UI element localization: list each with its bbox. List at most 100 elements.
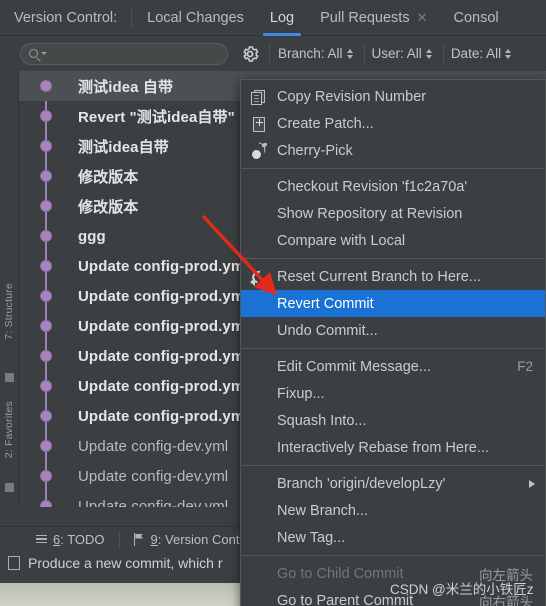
filter-user[interactable]: User: All (372, 46, 432, 61)
search-input[interactable] (20, 42, 228, 65)
tab-label: Local Changes (147, 9, 244, 26)
menu-item[interactable]: Fixup... (241, 380, 545, 407)
log-toolbar: Branch: All User: All Date: All (0, 36, 546, 71)
commit-message: Update config-prod.yml (78, 407, 249, 425)
menu-item-label: Compare with Local (277, 232, 406, 249)
status-bar-version-control[interactable]: 9: Version Cont (120, 527, 254, 552)
commit-message: ggg (78, 227, 106, 245)
left-tool-strip: 7: Structure 2: Favorites (0, 71, 19, 507)
commit-node-icon (40, 500, 52, 507)
commit-node-icon (40, 80, 52, 92)
updown-icon (346, 48, 353, 59)
commit-node-icon (40, 170, 52, 182)
commit-message: 修改版本 (78, 198, 139, 216)
gear-icon[interactable] (241, 45, 259, 63)
commit-node-icon (40, 230, 52, 242)
menu-item[interactable]: Revert Commit (241, 290, 545, 317)
close-icon[interactable]: ✕ (417, 11, 428, 24)
commit-message: 测试idea 自带 (78, 78, 174, 96)
menu-item[interactable]: New Tag... (241, 524, 545, 551)
commit-message: Update config-prod.yml (78, 377, 249, 395)
menu-separator (242, 555, 544, 556)
menu-item-label: Show Repository at Revision (277, 205, 463, 222)
status-number: 9 (150, 531, 158, 547)
commit-node-icon (40, 410, 52, 422)
menu-item-label: Reset Current Branch to Here... (277, 268, 481, 285)
sidebar-item-structure[interactable]: 7: Structure (3, 283, 15, 340)
updown-icon (505, 48, 512, 59)
commit-message: Revert "测试idea自带" (78, 108, 235, 126)
menu-item-label: Undo Commit... (277, 322, 378, 339)
screenshot-root: Version Control: Local Changes Log Pull … (0, 0, 546, 606)
copy-icon (249, 88, 271, 106)
filter-label: User: All (371, 46, 422, 61)
menu-item[interactable]: Compare with Local (241, 227, 545, 254)
commit-node-icon (40, 200, 52, 212)
commit-message: Update config-dev.yml (78, 437, 229, 455)
status-bar-todo[interactable]: 6: TODO (22, 527, 119, 552)
commit-node-icon (40, 350, 52, 362)
updown-icon (425, 48, 432, 59)
structure-icon (5, 373, 14, 382)
reset-icon (249, 267, 271, 286)
status-label: : Version Cont (157, 531, 240, 547)
filter-date[interactable]: Date: All (450, 46, 512, 61)
menu-item[interactable]: Squash Into... (241, 407, 545, 434)
menu-separator (242, 168, 544, 169)
tabbar-divider (131, 6, 133, 29)
commit-node-icon (40, 140, 52, 152)
commit-message: Update config-dev.yml (78, 467, 229, 485)
chevron-right-icon (529, 479, 535, 488)
menu-item-label: New Branch... (277, 502, 369, 519)
menu-item[interactable]: Copy Revision Number (241, 83, 545, 110)
menu-item[interactable]: Cherry-Pick (241, 137, 545, 164)
commit-icon (8, 555, 20, 570)
menu-item[interactable]: Checkout Revision 'f1c2a70a' (241, 173, 545, 200)
tab-local-changes[interactable]: Local Changes (134, 0, 257, 36)
menu-separator (242, 465, 544, 466)
hint-text: Produce a new commit, which r (28, 554, 223, 571)
patch-icon (249, 115, 271, 133)
menu-item[interactable]: Show Repository at Revision (241, 200, 545, 227)
commit-message: Update config-prod.yml (78, 317, 249, 335)
commit-message: Update config-prod.yml (78, 257, 249, 275)
menu-item[interactable]: Create Patch... (241, 110, 545, 137)
commit-node-icon (40, 440, 52, 452)
tab-console[interactable]: Consol (441, 0, 512, 36)
chevron-down-icon[interactable] (41, 52, 47, 55)
commit-message: 测试idea自带 (78, 138, 169, 156)
menu-item[interactable]: Reset Current Branch to Here... (241, 263, 545, 290)
menu-item[interactable]: Interactively Rebase from Here... (241, 434, 545, 461)
branch-icon (133, 532, 145, 546)
menu-item[interactable]: New Branch... (241, 497, 545, 524)
menu-item[interactable]: Edit Commit Message... F2 (241, 353, 545, 380)
commit-node-icon (40, 380, 52, 392)
menu-item-shortcut: F2 (517, 359, 533, 374)
filter-branch[interactable]: Branch: All (278, 46, 353, 61)
filter-label: Date: All (450, 46, 502, 61)
cherry-icon (249, 141, 271, 160)
commit-node-icon (40, 110, 52, 122)
menu-item[interactable]: Undo Commit... (241, 317, 545, 344)
menu-item-label: Fixup... (277, 385, 325, 402)
tab-pull-requests[interactable]: Pull Requests ✕ (307, 0, 440, 36)
sidebar-item-favorites[interactable]: 2: Favorites (3, 401, 15, 458)
filter-divider (363, 43, 365, 64)
menu-item-label: Copy Revision Number (277, 88, 427, 105)
commit-node-icon (40, 290, 52, 302)
filter-label: Branch: All (278, 46, 343, 61)
tab-log[interactable]: Log (257, 0, 307, 36)
menu-separator (242, 258, 544, 259)
version-control-tabbar: Version Control: Local Changes Log Pull … (0, 0, 546, 36)
menu-item-label: Branch 'origin/developLzy' (277, 475, 446, 492)
toolbar-divider (269, 43, 270, 64)
menu-item-label: New Tag... (277, 529, 346, 546)
filter-divider (442, 43, 444, 64)
commit-node-icon (40, 260, 52, 272)
commit-context-menu[interactable]: Copy Revision Number Create Patch... Cherr… (240, 79, 546, 606)
menu-item[interactable]: Branch 'origin/developLzy' (241, 470, 545, 497)
tool-window-label: Version Control: (14, 9, 118, 26)
menu-item-label: Interactively Rebase from Here... (277, 439, 489, 456)
menu-item-label: Checkout Revision 'f1c2a70a' (277, 178, 468, 195)
menu-separator (242, 348, 544, 349)
